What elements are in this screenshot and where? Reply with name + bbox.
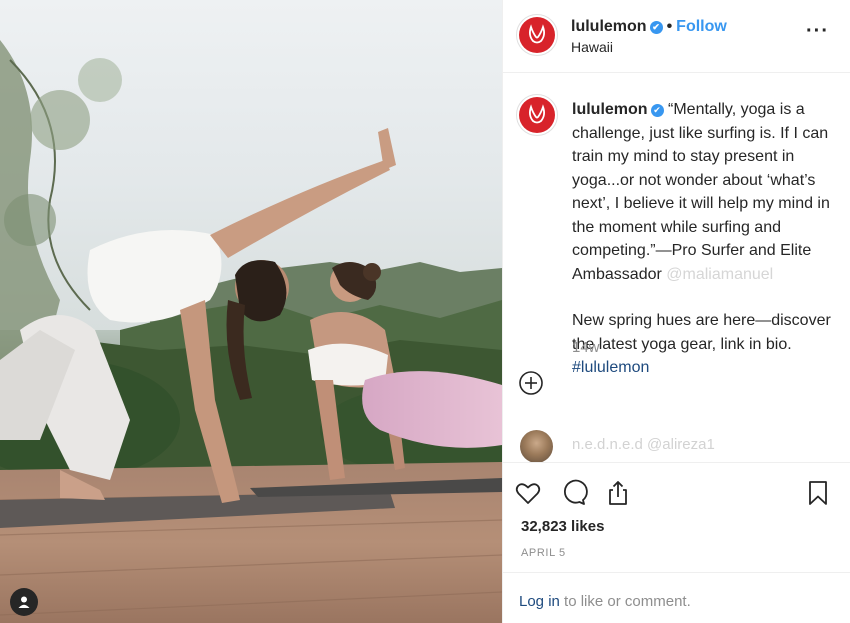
caption-author-avatar[interactable] (516, 94, 558, 136)
author-avatar[interactable] (516, 14, 558, 56)
heart-icon[interactable] (513, 478, 543, 508)
post-location[interactable]: Hawaii (571, 39, 613, 55)
verified-badge-icon: ✔ (649, 21, 663, 34)
like-count[interactable]: 32,823 likes (521, 518, 604, 535)
user-icon (18, 596, 30, 608)
share-icon[interactable] (603, 478, 633, 508)
more-options-icon[interactable]: ··· (806, 21, 829, 41)
post-side-panel: lululemon ✔ • Follow Hawaii ··· lululemon ✔ … (502, 0, 850, 623)
post-caption: lululemon ✔ “Mentally, yoga is a challeng… (572, 98, 842, 380)
follow-button[interactable]: Follow (676, 18, 727, 35)
post-header: lululemon ✔ • Follow Hawaii ··· (503, 0, 850, 73)
caption-area: lululemon ✔ “Mentally, yoga is a challeng… (503, 74, 850, 463)
comment-preview: n.e.d.n.e.d @alireza1 (503, 422, 850, 463)
caption-timestamp: 14w (572, 339, 600, 356)
verified-badge-icon: ✔ (650, 104, 664, 117)
post-photo[interactable] (0, 0, 502, 623)
bookmark-icon[interactable] (803, 478, 833, 508)
author-line: lululemon ✔ • Follow (571, 18, 727, 36)
separator-dot: • (666, 18, 673, 35)
caption-body: New spring hues are here—discover the la… (572, 312, 831, 353)
login-prompt: Log in to like or comment. (503, 572, 850, 623)
load-more-comments-icon[interactable] (516, 368, 546, 398)
caption-mention-link[interactable]: @maliamanuel (666, 266, 773, 283)
login-prompt-text: to like or comment. (559, 593, 691, 610)
tagged-users-button[interactable] (10, 588, 38, 616)
lululemon-logo-icon (519, 97, 555, 133)
comment-icon[interactable] (558, 478, 588, 508)
caption-username[interactable]: lululemon (572, 101, 648, 118)
action-bar: 32,823 likes APRIL 5 (503, 462, 850, 572)
yoga-scene-illustration (0, 0, 502, 623)
commenter-avatar[interactable] (520, 430, 553, 463)
hashtag-link[interactable]: #lululemon (572, 359, 649, 376)
post-date: APRIL 5 (521, 547, 566, 559)
caption-quote: “Mentally, yoga is a challenge, just lik… (572, 101, 830, 283)
comment-preview-text: n.e.d.n.e.d @alireza1 (572, 436, 715, 453)
login-link[interactable]: Log in (519, 593, 560, 610)
lululemon-logo-icon (519, 17, 555, 53)
author-username[interactable]: lululemon (571, 18, 647, 35)
